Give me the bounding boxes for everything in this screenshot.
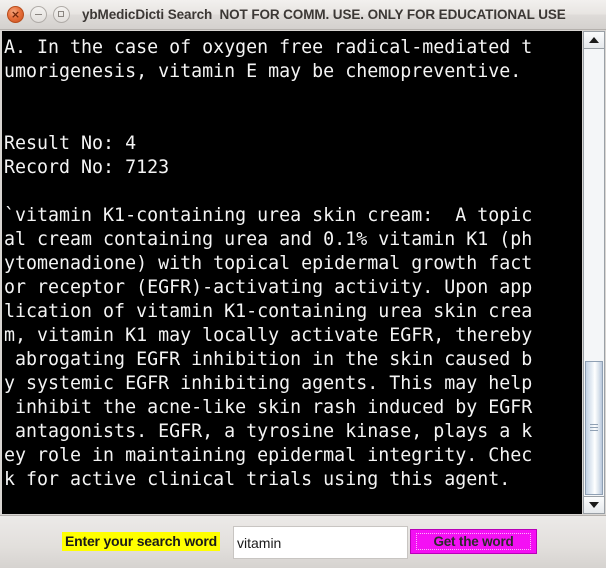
scroll-up-button[interactable]: [584, 32, 604, 49]
get-the-word-label: Get the word: [433, 534, 514, 549]
minimize-button[interactable]: [30, 6, 47, 23]
maximize-button[interactable]: [53, 6, 70, 23]
definition-text-pane[interactable]: A. In the case of oxygen free radical-me…: [2, 31, 582, 514]
close-button[interactable]: ×: [7, 6, 24, 23]
window-title-app: ybMedicDicti Search: [82, 7, 213, 22]
scrollbar-track[interactable]: [584, 49, 604, 496]
title-bar: × ybMedicDicti Search NOT FOR COMM. USE.…: [0, 0, 606, 30]
search-input[interactable]: [233, 526, 408, 559]
window-title-notice: NOT FOR COMM. USE. ONLY FOR EDUCATIONAL …: [219, 7, 566, 22]
application-window: × ybMedicDicti Search NOT FOR COMM. USE.…: [0, 0, 606, 568]
get-the-word-button[interactable]: Get the word: [410, 529, 537, 554]
scroll-down-button[interactable]: [584, 496, 604, 513]
maximize-icon: [58, 11, 64, 17]
vertical-scrollbar[interactable]: [583, 31, 605, 514]
window-title: ybMedicDicti Search NOT FOR COMM. USE. O…: [82, 7, 566, 22]
search-label: Enter your search word: [62, 532, 220, 551]
scrollbar-grip-icon: [590, 424, 598, 432]
close-icon: ×: [10, 8, 21, 21]
chevron-up-icon: [589, 37, 599, 43]
scrollbar-thumb[interactable]: [585, 361, 603, 495]
minimize-icon: [35, 14, 42, 15]
definition-text: A. In the case of oxygen free radical-me…: [4, 37, 533, 490]
chevron-down-icon: [589, 502, 599, 508]
